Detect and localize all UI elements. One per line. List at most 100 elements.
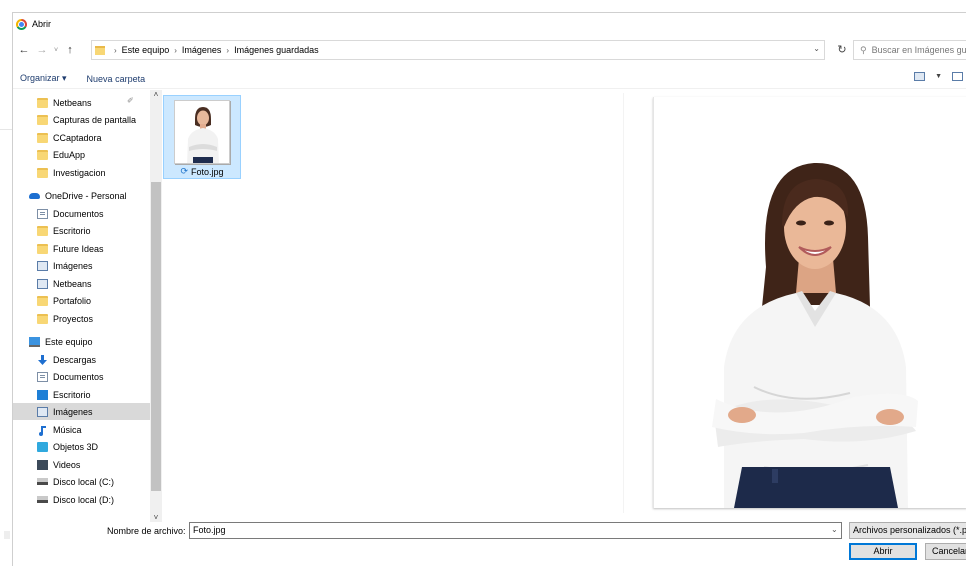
folder-icon <box>37 114 48 125</box>
up-arrow-icon[interactable]: ↑ <box>61 44 79 56</box>
sidebar-item-music[interactable]: Música <box>13 421 150 438</box>
file-name-history-chevron-icon[interactable]: ⌄ <box>831 525 838 534</box>
navigation-pane: Netbeans ✐ Capturas de pantalla CCaptador… <box>13 90 150 515</box>
open-button[interactable]: Abrir <box>849 543 917 560</box>
sidebar-item-downloads[interactable]: Descargas <box>13 351 150 368</box>
onedrive-cloud-icon <box>29 192 40 199</box>
sidebar-item-label: Disco local (C:) <box>53 476 115 487</box>
refresh-icon[interactable]: ↻ <box>831 40 853 60</box>
sidebar-item-label: Disco local (D:) <box>53 494 115 505</box>
computer-icon <box>29 336 40 347</box>
sidebar-item-desktop[interactable]: Escritorio <box>13 386 150 403</box>
woman-portrait-preview-image <box>654 97 966 508</box>
sidebar-item-drive-c[interactable]: Disco local (C:) <box>13 473 150 490</box>
sidebar-item-investigacion[interactable]: Investigacion <box>13 164 150 181</box>
sidebar-item-proyectos[interactable]: Proyectos <box>13 310 150 327</box>
recent-locations-chevron-icon[interactable]: ˅ <box>51 47 61 54</box>
sidebar-item-label: Proyectos <box>53 313 94 324</box>
sidebar-item-pictures[interactable]: Imágenes <box>13 403 150 420</box>
sidebar-item-label: Descargas <box>53 354 97 365</box>
folder-icon <box>95 45 105 55</box>
file-type-select[interactable]: Archivos personalizados (*.png;*.jpg) <box>849 522 966 539</box>
sidebar-item-onedrive[interactable]: OneDrive - Personal <box>13 187 150 204</box>
file-name-label: Nombre de archivo: <box>107 526 186 536</box>
cancel-button[interactable]: Cancelar <box>925 543 966 560</box>
desktop-icon <box>37 389 48 400</box>
folder-icon <box>37 149 48 160</box>
sidebar-item-onedrive-pictures[interactable]: Imágenes <box>13 257 150 274</box>
breadcrumb-this-pc[interactable]: Este equipo <box>122 45 170 55</box>
file-name-input[interactable]: Foto.jpg <box>189 522 842 539</box>
onedrive-sync-icon: ⟳ <box>180 166 188 176</box>
sidebar-item-drive-d[interactable]: Disco local (D:) <box>13 491 150 508</box>
sidebar-item-onedrive-netbeans[interactable]: Netbeans <box>13 275 150 292</box>
sidebar-item-label: Documentos <box>53 371 104 382</box>
preview-pane <box>653 97 966 508</box>
forward-arrow-icon[interactable]: → <box>33 44 51 56</box>
scroll-thumb[interactable] <box>151 182 161 491</box>
preview-pane-icon[interactable] <box>952 72 963 81</box>
organize-button[interactable]: Organizar ▾ <box>15 73 72 84</box>
search-input[interactable]: ⚲ Buscar en Imágenes guardadas <box>853 40 966 60</box>
sidebar-item-this-pc[interactable]: Este equipo <box>13 333 150 350</box>
documents-icon <box>37 208 48 219</box>
sidebar-item-netbeans[interactable]: Netbeans ✐ <box>13 94 150 111</box>
sidebar-item-portafolio[interactable]: Portafolio <box>13 292 150 309</box>
breadcrumb-separator-icon: › <box>226 45 230 55</box>
sidebar-item-label: Música <box>53 424 82 435</box>
scroll-down-arrow-icon[interactable]: ˅ <box>151 513 161 522</box>
view-controls: ▼ <box>914 72 963 81</box>
command-bar: Organizar ▾ Nueva carpeta ▼ <box>13 69 966 89</box>
sidebar-item-label: Portafolio <box>53 295 92 306</box>
woman-portrait-thumbnail <box>175 101 229 163</box>
open-file-dialog: Abrir ← → ˅ ↑ › Este equipo › Imágenes ›… <box>12 12 966 566</box>
download-arrow-icon <box>37 354 48 365</box>
title-bar: Abrir <box>13 13 966 35</box>
address-bar[interactable]: › Este equipo › Imágenes › Imágenes guar… <box>91 40 825 60</box>
view-options-chevron-icon[interactable]: ▼ <box>935 73 942 80</box>
window-title: Abrir <box>32 19 52 29</box>
breadcrumb-separator-icon: › <box>174 45 177 55</box>
search-placeholder: Buscar en Imágenes guardadas <box>871 45 966 55</box>
change-view-icon[interactable] <box>914 72 926 81</box>
breadcrumb-saved-pictures[interactable]: Imágenes guardadas <box>234 45 319 55</box>
sidebar-item-future-ideas[interactable]: Future Ideas <box>13 240 150 257</box>
sidebar-item-onedrive-desktop[interactable]: Escritorio <box>13 222 150 239</box>
sidebar-item-label: Imágenes <box>53 406 93 417</box>
sidebar-item-documents[interactable]: Documentos <box>13 368 150 385</box>
sidebar-item-onedrive-documents[interactable]: Documentos <box>13 205 150 222</box>
folder-icon <box>37 313 48 324</box>
sidebar-item-label: Objetos 3D <box>53 441 99 452</box>
documents-icon <box>37 371 48 382</box>
sidebar-item-label: Videos <box>53 459 81 470</box>
pane-splitter[interactable] <box>623 93 624 513</box>
breadcrumb-pictures[interactable]: Imágenes <box>182 45 222 55</box>
file-name: ⟳ Foto.jpg <box>164 166 240 177</box>
film-icon <box>37 459 48 470</box>
sidebar-item-label: CCaptadora <box>53 132 102 143</box>
folder-icon <box>37 295 48 306</box>
folder-icon <box>37 225 48 236</box>
sidebar-item-videos[interactable]: Videos <box>13 456 150 473</box>
file-item[interactable]: ⟳ Foto.jpg <box>163 95 241 179</box>
breadcrumb-separator-icon: › <box>114 45 117 55</box>
sidebar-item-ccaptadora[interactable]: CCaptadora <box>13 129 150 146</box>
sidebar-item-label: OneDrive - Personal <box>45 190 127 201</box>
back-arrow-icon[interactable]: ← <box>15 44 33 56</box>
address-dropdown-chevron-icon[interactable]: ⌄ <box>813 44 820 53</box>
sidebar-item-label: Escritorio <box>53 225 91 236</box>
new-folder-button[interactable]: Nueva carpeta <box>82 74 151 84</box>
pin-icon[interactable]: ✐ <box>127 96 134 105</box>
sidebar-item-screenshots[interactable]: Capturas de pantalla <box>13 111 150 128</box>
sidebar-item-3d-objects[interactable]: Objetos 3D <box>13 438 150 455</box>
sidebar-item-eduapp[interactable]: EduApp <box>13 146 150 163</box>
sidebar-item-label: Este equipo <box>45 336 93 347</box>
folder-icon <box>37 97 48 108</box>
pictures-icon <box>37 278 48 289</box>
hard-drive-icon <box>37 496 48 503</box>
scroll-up-arrow-icon[interactable]: ˄ <box>151 90 161 99</box>
navigation-scrollbar[interactable]: ˄ ˅ <box>150 90 162 522</box>
folder-icon <box>37 243 48 254</box>
background-app-edge <box>0 12 12 566</box>
sidebar-item-label: Future Ideas <box>53 243 104 254</box>
